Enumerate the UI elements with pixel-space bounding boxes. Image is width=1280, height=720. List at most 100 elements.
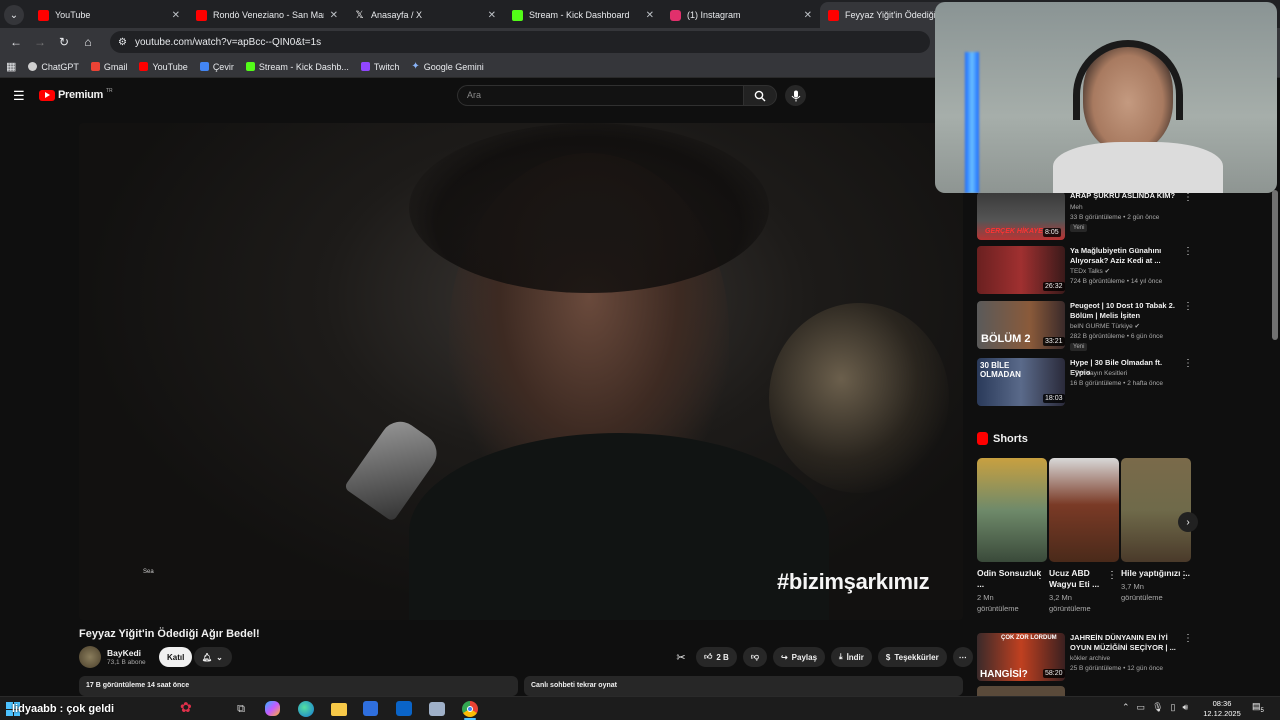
close-icon[interactable]: ✕	[646, 10, 654, 21]
webcam-person-body	[1053, 142, 1223, 193]
close-icon[interactable]: ✕	[330, 10, 338, 21]
video-player[interactable]: Sea #bizimşarkımız	[79, 123, 963, 620]
bookmark-gemini[interactable]: ✦ Google Gemini	[411, 61, 483, 72]
taskbar: lidyaabb : çok geldi ✿ ⧉ ⌃ ▭ 🎙︎ ▯ 🔊︎ 08:…	[0, 696, 1280, 720]
volume-icon[interactable]: 🔊︎	[1182, 702, 1188, 713]
voice-search-button[interactable]	[785, 85, 806, 106]
forward-button[interactable]: →	[30, 32, 50, 52]
video-frame-body	[409, 433, 829, 620]
reload-button[interactable]: ↻	[54, 32, 74, 52]
thanks-icon: $	[885, 652, 891, 662]
task-view-icon[interactable]: ⧉	[232, 700, 250, 718]
file-explorer-icon[interactable]	[331, 703, 347, 716]
verified-icon: ✔	[1104, 268, 1111, 275]
related-video-partial[interactable]	[977, 686, 1065, 696]
more-icon[interactable]: ⋮	[1183, 301, 1193, 312]
related-video[interactable]: 26:32 Ya Mağlubiyetin Günahını Alıyorsak…	[977, 246, 1193, 294]
network-icon[interactable]: ▯	[1171, 702, 1176, 713]
chevron-right-icon: ›	[1186, 516, 1190, 528]
microphone-icon[interactable]: 🎙︎	[1152, 702, 1163, 713]
clip-icon[interactable]: ✂	[672, 651, 690, 664]
channel-avatar[interactable]	[79, 646, 101, 668]
more-actions-button[interactable]: ⋯	[952, 647, 973, 667]
tab-youtube[interactable]: YouTube ✕	[30, 2, 188, 28]
more-icon[interactable]: ⋮	[1183, 633, 1193, 644]
outlook-icon[interactable]	[396, 701, 412, 716]
related-video[interactable]: 30 BİLE OLMADAN 18:03 Hype | 30 Bile Olm…	[977, 358, 1193, 406]
share-button[interactable]: ↪ Paylaş	[772, 647, 826, 667]
more-icon[interactable]: ⋮	[1183, 246, 1193, 257]
search-input[interactable]: Ara	[457, 85, 743, 106]
search-button[interactable]	[743, 85, 777, 106]
video-frame-hair	[409, 123, 769, 293]
video-title: Feyyaz Yiğit'in Ödediği Ağır Bedel!	[79, 628, 260, 640]
page-scrollbar[interactable]	[1272, 190, 1278, 340]
download-button[interactable]: ⤓ İndir	[831, 647, 872, 667]
youtube-logo[interactable]: Premium TR	[39, 88, 113, 101]
webcam-headphones	[1073, 40, 1183, 120]
tab-instagram[interactable]: (1) Instagram ✕	[662, 2, 820, 28]
chrome-icon[interactable]	[462, 701, 478, 717]
more-icon[interactable]: ⋮	[1183, 358, 1193, 369]
tab-kick[interactable]: Stream - Kick Dashboard ✕	[504, 2, 662, 28]
url-input[interactable]: ⚙ youtube.com/watch?v=apBcc--QIN0&t=1s	[110, 31, 930, 53]
bell-icon: 🔔︎	[202, 652, 213, 662]
clock[interactable]: 08:36 12.12.2025	[1200, 699, 1244, 719]
video-watermark: #bizimşarkımız	[777, 569, 930, 594]
chevron-up-icon[interactable]: ⌃	[1122, 702, 1130, 713]
tab-rondo[interactable]: Rondò Veneziano - San Marco ✕	[188, 2, 346, 28]
back-button[interactable]: ←	[6, 32, 26, 52]
bookmark-kick[interactable]: Stream - Kick Dashb...	[245, 62, 349, 72]
dislike-button[interactable]: 👎︎	[742, 647, 767, 667]
bookmark-twitch[interactable]: Twitch	[360, 62, 399, 72]
share-icon: ↪	[780, 652, 788, 662]
related-video[interactable]: GERÇEK HİKAYE 8:05 ARAP ŞÜKRÜ ASLINDA Kİ…	[977, 191, 1193, 240]
site-info-icon[interactable]: ⚙	[118, 37, 127, 48]
close-icon[interactable]: ✕	[804, 10, 812, 21]
gemini-icon: ✦	[411, 61, 420, 72]
menu-icon[interactable]: ☰	[13, 88, 25, 104]
thanks-button[interactable]: $ Teşekkürler	[877, 647, 947, 667]
tab-x[interactable]: 𝕏 Anasayfa / X ✕	[346, 2, 504, 28]
edge-icon[interactable]	[298, 701, 314, 717]
shorts-next-button[interactable]: ›	[1178, 512, 1198, 532]
description-box[interactable]: 17 B görüntüleme 14 saat önce	[79, 676, 518, 696]
more-icon[interactable]: ⋮	[1183, 192, 1193, 203]
channel-name[interactable]: BayKedi	[107, 648, 141, 658]
system-tray: ⌃ ▭ 🎙︎ ▯ 🔊︎	[1122, 702, 1188, 713]
bookmark-gmail[interactable]: Gmail	[90, 62, 127, 72]
more-icon[interactable]: ⋮	[1107, 570, 1117, 581]
youtube-icon	[828, 9, 839, 21]
chat-overlay-text: lidyaabb : çok geldi	[12, 703, 115, 715]
home-button[interactable]: ⌂	[78, 32, 98, 52]
short-card[interactable]: Ucuz ABD Wagyu Eti ... 3,2 Mn görüntüleme…	[1049, 458, 1119, 614]
chat-replay-box[interactable]: Canlı sohbeti tekrar oynat	[524, 676, 963, 696]
apps-grid-icon[interactable]: ▦	[6, 60, 16, 73]
more-icon[interactable]: ⋮	[1179, 570, 1189, 581]
shorts-heading: Shorts	[977, 432, 1028, 445]
device-icon[interactable]: ▭	[1137, 702, 1146, 713]
bookmark-translate[interactable]: Çevir	[199, 62, 234, 72]
close-icon[interactable]: ✕	[172, 10, 180, 21]
download-icon: ⤓	[839, 652, 843, 661]
app-icon[interactable]	[429, 702, 445, 716]
bookmark-chatgpt[interactable]: ChatGPT	[28, 62, 79, 72]
join-button[interactable]: Katıl	[159, 647, 193, 667]
store-icon[interactable]	[363, 701, 378, 716]
bookmark-youtube[interactable]: YouTube	[139, 62, 188, 72]
x-icon: 𝕏	[355, 9, 364, 21]
close-icon[interactable]: ✕	[488, 10, 496, 21]
notification-bell-button[interactable]: 🔔︎ ⌄	[194, 647, 232, 667]
tab-search-button[interactable]: ⌄	[4, 5, 24, 25]
copilot-icon[interactable]	[265, 701, 280, 716]
more-icon: ⋯	[958, 652, 967, 662]
related-video[interactable]: BÖLÜM 2 33:21 Peugeot | 10 Dost 10 Tabak…	[977, 301, 1193, 351]
more-icon[interactable]: ⋮	[1035, 570, 1045, 581]
like-button[interactable]: 👍︎ 2 B	[696, 647, 737, 667]
short-card[interactable]: Hile yaptığınızı ... 3,7 Mn görüntüleme ⋮	[1121, 458, 1191, 603]
action-bar: ✂ 👍︎ 2 B 👎︎ ↪ Paylaş ⤓ İndir $ Teşekkürler ⋯	[672, 647, 973, 667]
notification-button[interactable]: ▤5	[1252, 701, 1264, 714]
kick-icon	[512, 9, 523, 21]
related-video[interactable]: ÇOK ZOR LORDUM HANGİSİ? 58:20 JAHREİN DÜ…	[977, 633, 1193, 681]
short-card[interactable]: Odin Sonsuzluk ... 2 Mn görüntüleme ⋮	[977, 458, 1047, 614]
